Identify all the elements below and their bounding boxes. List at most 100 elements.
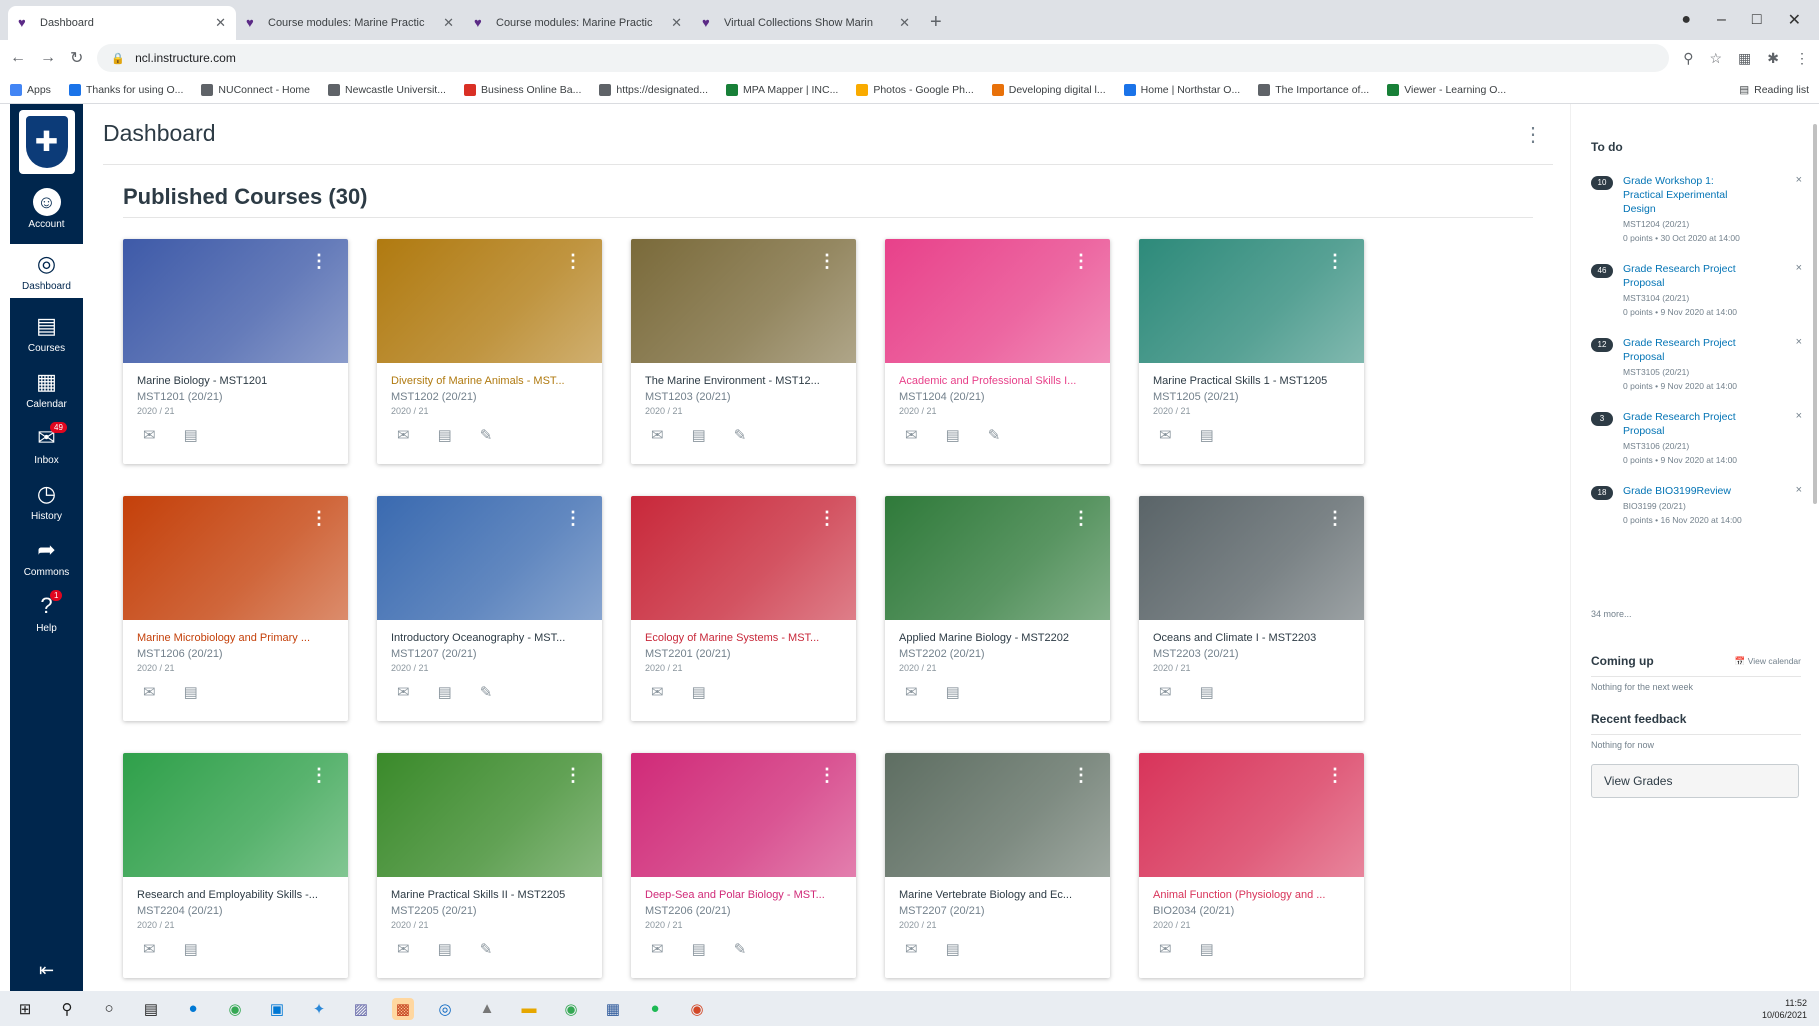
course-name[interactable]: Deep-Sea and Polar Biology - MST... xyxy=(645,889,842,901)
minimize-icon[interactable]: – xyxy=(1717,11,1726,29)
assignments-icon[interactable]: ▤ xyxy=(946,683,960,701)
forward-icon[interactable]: → xyxy=(40,49,56,67)
close-tab-icon[interactable]: ✕ xyxy=(899,15,910,31)
assignments-icon[interactable]: ▤ xyxy=(184,683,198,701)
bookmark-item[interactable]: Thanks for using O... xyxy=(68,83,183,96)
course-name[interactable]: Oceans and Climate I - MST2203 xyxy=(1153,632,1350,644)
course-card-image[interactable]: ⋮ xyxy=(123,239,348,363)
bookmark-item[interactable]: Photos - Google Ph... xyxy=(856,83,974,96)
bookmark-item[interactable]: Viewer - Learning O... xyxy=(1387,83,1506,96)
course-name[interactable]: Marine Microbiology and Primary ... xyxy=(137,632,334,644)
global-nav-dashboard[interactable]: ◎ Dashboard xyxy=(10,244,83,298)
announcements-icon[interactable]: ✉ xyxy=(143,426,156,444)
new-tab-button[interactable]: + xyxy=(920,11,952,40)
browser-tab[interactable]: ♥ Course modules: Marine Practic ✕ xyxy=(236,6,464,40)
todo-title-link[interactable]: Grade Research Project Proposal xyxy=(1623,336,1753,364)
back-icon[interactable]: ← xyxy=(10,49,26,67)
chrome-icon[interactable]: ◉ xyxy=(224,998,246,1020)
announcements-icon[interactable]: ✉ xyxy=(1159,683,1172,701)
course-card-image[interactable]: ⋮ xyxy=(1139,239,1364,363)
course-name[interactable]: The Marine Environment - MST12... xyxy=(645,375,842,387)
dismiss-icon[interactable]: × xyxy=(1796,410,1802,422)
course-card-image[interactable]: ⋮ xyxy=(377,239,602,363)
bookmark-item[interactable]: Apps xyxy=(10,83,51,96)
assignments-icon[interactable]: ▤ xyxy=(1200,683,1214,701)
todo-item[interactable]: 46 Grade Research Project Proposal MST31… xyxy=(1591,262,1806,318)
announcements-icon[interactable]: ✉ xyxy=(651,940,664,958)
bookmark-item[interactable]: Business Online Ba... xyxy=(463,83,581,96)
course-card-image[interactable]: ⋮ xyxy=(1139,753,1364,877)
course-card-image[interactable]: ⋮ xyxy=(631,753,856,877)
course-card[interactable]: ⋮ Ecology of Marine Systems - MST... MST… xyxy=(631,496,856,721)
global-nav-inbox[interactable]: ✉ 49 Inbox xyxy=(10,422,83,466)
card-options-icon[interactable]: ⋮ xyxy=(564,765,582,786)
card-options-icon[interactable]: ⋮ xyxy=(1072,765,1090,786)
course-card[interactable]: ⋮ Marine Practical Skills II - MST2205 M… xyxy=(377,753,602,978)
card-options-icon[interactable]: ⋮ xyxy=(1326,251,1344,272)
course-card[interactable]: ⋮ Introductory Oceanography - MST... MST… xyxy=(377,496,602,721)
course-name[interactable]: Marine Vertebrate Biology and Ec... xyxy=(899,889,1096,901)
maximize-icon[interactable]: □ xyxy=(1752,11,1762,29)
browser-tab[interactable]: ♥ Virtual Collections Show Marin ✕ xyxy=(692,6,920,40)
edge-icon[interactable]: ● xyxy=(182,998,204,1020)
system-tray-clock[interactable]: 11:52 10/06/2021 xyxy=(1762,997,1819,1021)
todo-title-link[interactable]: Grade Workshop 1: Practical Experimental… xyxy=(1623,174,1753,216)
announcements-icon[interactable]: ✉ xyxy=(905,426,918,444)
assignments-icon[interactable]: ▤ xyxy=(184,426,198,444)
announcements-icon[interactable]: ✉ xyxy=(143,683,156,701)
course-card[interactable]: ⋮ Research and Employability Skills -...… xyxy=(123,753,348,978)
close-tab-icon[interactable]: ✕ xyxy=(443,15,454,31)
word-icon[interactable]: ▦ xyxy=(602,998,624,1020)
menu-icon[interactable]: ⋮ xyxy=(1795,50,1809,67)
course-name[interactable]: Marine Practical Skills II - MST2205 xyxy=(391,889,588,901)
course-name[interactable]: Introductory Oceanography - MST... xyxy=(391,632,588,644)
global-nav-courses[interactable]: ▤ Courses xyxy=(10,312,83,354)
course-card-image[interactable]: ⋮ xyxy=(631,496,856,620)
course-name[interactable]: Animal Function (Physiology and ... xyxy=(1153,889,1350,901)
card-options-icon[interactable]: ⋮ xyxy=(310,508,328,529)
more-todos-link[interactable]: 34 more... xyxy=(1591,609,1632,619)
close-window-icon[interactable]: ✕ xyxy=(1788,10,1801,30)
card-options-icon[interactable]: ⋮ xyxy=(818,251,836,272)
bookmark-item[interactable]: Newcastle Universit... xyxy=(328,83,446,96)
url-field[interactable]: 🔒 ncl.instructure.com xyxy=(97,44,1670,72)
extension-icon[interactable]: ▦ xyxy=(1738,50,1751,67)
dismiss-icon[interactable]: × xyxy=(1796,484,1802,496)
collapse-nav-icon[interactable]: ⇤ xyxy=(39,960,54,981)
course-name[interactable]: Diversity of Marine Animals - MST... xyxy=(391,375,588,387)
office-icon[interactable]: ◉ xyxy=(686,998,708,1020)
course-card-image[interactable]: ⋮ xyxy=(885,496,1110,620)
assignments-icon[interactable]: ▤ xyxy=(438,683,452,701)
global-nav-account[interactable]: ☺ Account xyxy=(10,188,83,230)
course-card[interactable]: ⋮ Marine Biology - MST1201 MST1201 (20/2… xyxy=(123,239,348,464)
discussions-icon[interactable]: ✎ xyxy=(480,940,493,958)
discussions-icon[interactable]: ✎ xyxy=(988,426,1001,444)
profile-icon[interactable]: ● xyxy=(1681,11,1691,29)
cortana-icon[interactable]: ○ xyxy=(98,998,120,1020)
search-icon[interactable]: ⚲ xyxy=(1683,50,1693,67)
course-card[interactable]: ⋮ The Marine Environment - MST12... MST1… xyxy=(631,239,856,464)
reading-list-button[interactable]: ▤ Reading list xyxy=(1739,84,1809,96)
windows-start-icon[interactable]: ⊞ xyxy=(14,998,36,1020)
course-card[interactable]: ⋮ Marine Vertebrate Biology and Ec... MS… xyxy=(885,753,1110,978)
course-card-image[interactable]: ⋮ xyxy=(123,496,348,620)
assignments-icon[interactable]: ▤ xyxy=(692,683,706,701)
course-name[interactable]: Marine Practical Skills 1 - MST1205 xyxy=(1153,375,1350,387)
course-card[interactable]: ⋮ Diversity of Marine Animals - MST... M… xyxy=(377,239,602,464)
course-card[interactable]: ⋮ Marine Microbiology and Primary ... MS… xyxy=(123,496,348,721)
folder-icon[interactable]: ▬ xyxy=(518,998,540,1020)
global-nav-calendar[interactable]: ▦ Calendar xyxy=(10,368,83,410)
card-options-icon[interactable]: ⋮ xyxy=(1326,765,1344,786)
view-grades-button[interactable]: View Grades xyxy=(1591,764,1799,798)
assignments-icon[interactable]: ▤ xyxy=(438,426,452,444)
global-nav-help[interactable]: ? 1 Help xyxy=(10,590,83,634)
announcements-icon[interactable]: ✉ xyxy=(651,683,664,701)
global-nav-history[interactable]: ◷ History xyxy=(10,480,83,522)
card-options-icon[interactable]: ⋮ xyxy=(1326,508,1344,529)
card-options-icon[interactable]: ⋮ xyxy=(310,765,328,786)
store-icon[interactable]: ▣ xyxy=(266,998,288,1020)
course-card-image[interactable]: ⋮ xyxy=(377,753,602,877)
reload-icon[interactable]: ↻ xyxy=(70,48,83,68)
outlook-icon[interactable]: ◎ xyxy=(434,998,456,1020)
app-icon[interactable]: ▲ xyxy=(476,998,498,1020)
